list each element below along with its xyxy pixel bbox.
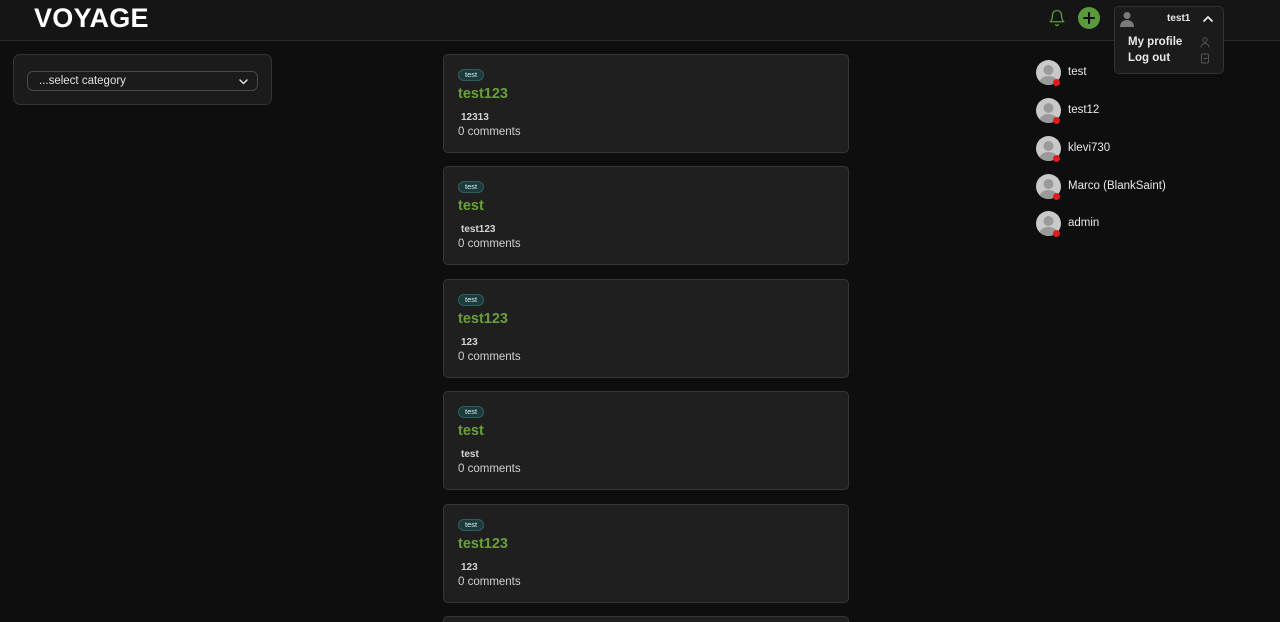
user-list-item[interactable]: Marco (BlankSaint) xyxy=(1036,174,1236,200)
user-name: test12 xyxy=(1068,104,1100,116)
offline-status-indicator xyxy=(1053,193,1060,200)
create-post-button[interactable] xyxy=(1078,7,1100,29)
post-comments-count[interactable]: 0 comments xyxy=(458,351,521,363)
post-comments-count[interactable]: 0 comments xyxy=(458,463,521,475)
post-tag[interactable]: test xyxy=(458,294,485,306)
post-body: 123 xyxy=(461,562,478,573)
post-title[interactable]: test123 xyxy=(458,86,508,102)
offline-status-indicator xyxy=(1053,79,1060,86)
post-body: test123 xyxy=(461,224,496,235)
category-select-placeholder: ...select category xyxy=(39,75,126,87)
current-username: test1 xyxy=(1167,13,1191,24)
offline-status-indicator xyxy=(1053,155,1060,162)
post-comments-count[interactable]: 0 comments xyxy=(458,576,521,588)
user-list-item[interactable]: admin xyxy=(1036,211,1236,237)
menu-item-label: My profile xyxy=(1128,36,1183,48)
user-name: test xyxy=(1068,66,1087,78)
post-card[interactable] xyxy=(443,616,849,622)
plus-icon xyxy=(1083,12,1095,24)
post-tag[interactable]: test xyxy=(458,181,485,193)
post-card[interactable]: test test123 123 0 comments xyxy=(443,504,849,603)
post-card[interactable]: test test123 123 0 comments xyxy=(443,279,849,378)
user-name: Marco (BlankSaint) xyxy=(1068,180,1166,192)
user-list-item[interactable]: klevi730 xyxy=(1036,136,1236,162)
post-title[interactable]: test123 xyxy=(458,536,508,552)
chevron-up-icon xyxy=(1203,16,1213,22)
post-body: 12313 xyxy=(461,112,489,123)
post-card[interactable]: test test123 12313 0 comments xyxy=(443,54,849,153)
top-bar: VOYAGE xyxy=(0,0,1280,41)
post-title[interactable]: test123 xyxy=(458,311,508,327)
user-menu-toggle[interactable]: test1 xyxy=(1115,7,1223,31)
user-name: admin xyxy=(1068,217,1100,229)
post-card[interactable]: test test test 0 comments xyxy=(443,391,849,490)
user-icon xyxy=(1200,37,1210,48)
user-name: klevi730 xyxy=(1068,142,1111,154)
category-filter-card: ...select category xyxy=(13,54,272,105)
logo[interactable]: VOYAGE xyxy=(34,3,149,34)
post-card[interactable]: test test test123 0 comments xyxy=(443,166,849,265)
menu-item-my-profile[interactable]: My profile xyxy=(1128,36,1218,50)
post-body: test xyxy=(461,449,479,460)
post-tag[interactable]: test xyxy=(458,406,485,418)
user-list-item[interactable]: test xyxy=(1036,60,1236,86)
post-title[interactable]: test xyxy=(458,423,484,439)
post-title[interactable]: test xyxy=(458,198,484,214)
offline-status-indicator xyxy=(1053,117,1060,124)
user-list-item[interactable]: test12 xyxy=(1036,98,1236,124)
bell-icon[interactable] xyxy=(1047,8,1067,28)
category-select[interactable]: ...select category xyxy=(27,71,258,91)
post-tag[interactable]: test xyxy=(458,519,485,531)
post-body: 123 xyxy=(461,337,478,348)
user-avatar-icon xyxy=(1120,12,1134,27)
post-comments-count[interactable]: 0 comments xyxy=(458,238,521,250)
offline-status-indicator xyxy=(1053,230,1060,237)
chevron-down-icon xyxy=(239,79,248,85)
post-tag[interactable]: test xyxy=(458,69,485,81)
post-comments-count[interactable]: 0 comments xyxy=(458,126,521,138)
